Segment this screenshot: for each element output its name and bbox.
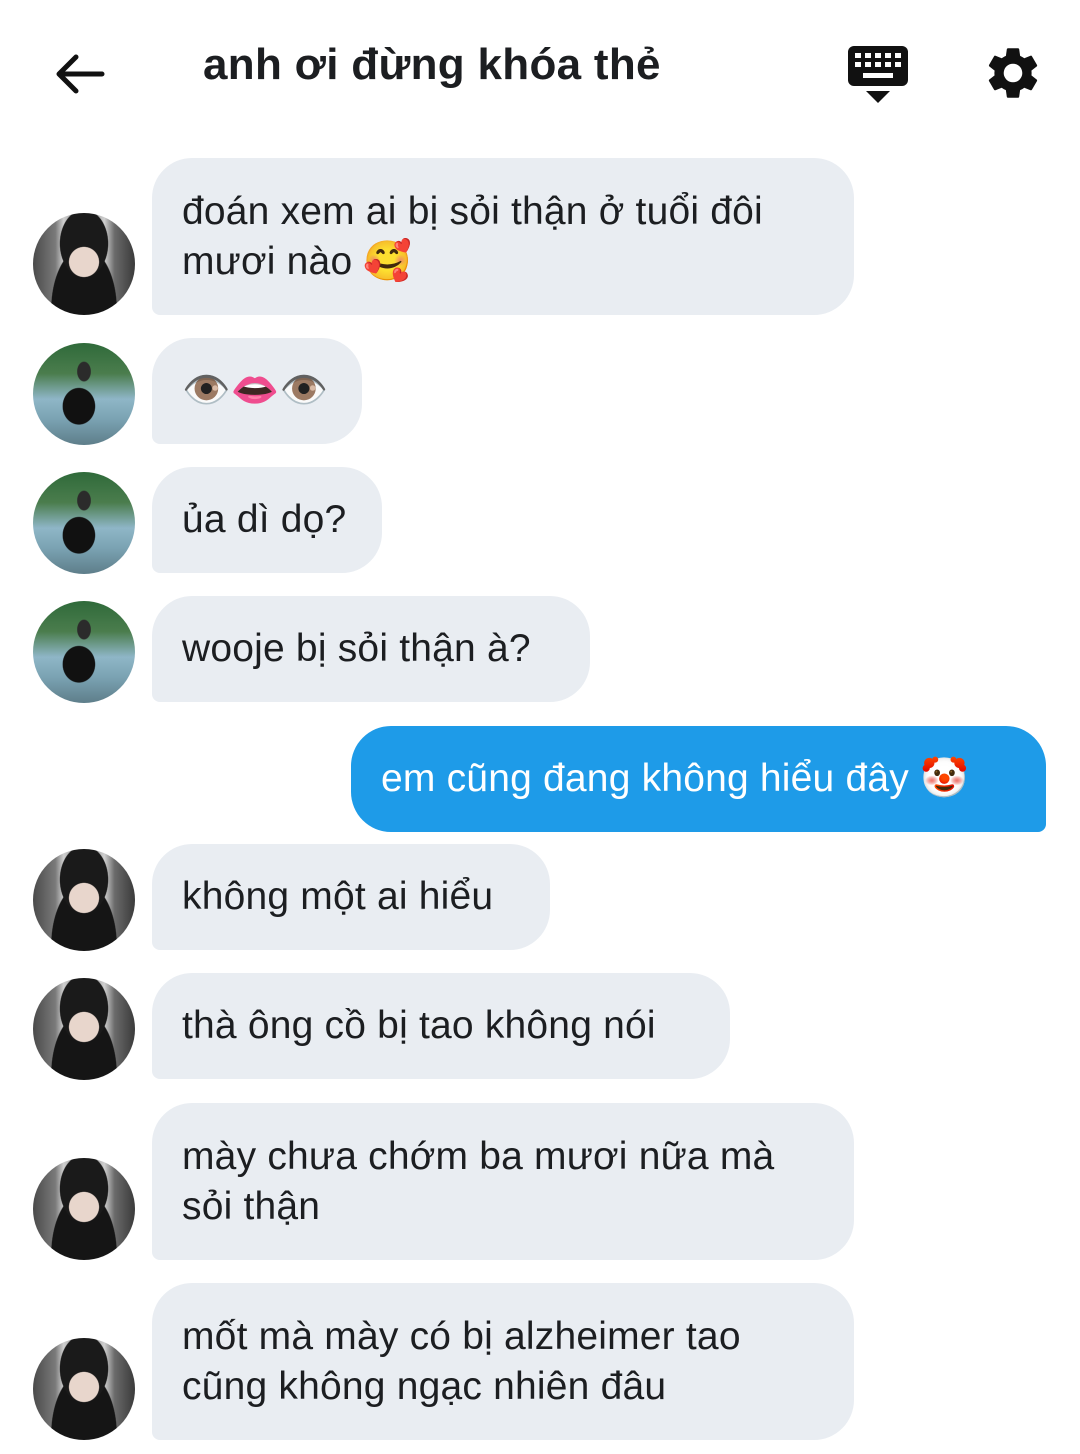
message-text-line: mày chưa chớm ba mươi nữa mà: [182, 1134, 775, 1178]
keyboard-icon: [848, 46, 908, 103]
message-text-line: wooje bị sỏi thận à?: [182, 627, 531, 670]
arrow-left-icon: [56, 54, 105, 94]
settings-button[interactable]: [982, 42, 1044, 104]
message-text-line: đoán xem ai bị sỏi thận ở tuổi đôi: [182, 189, 763, 233]
avatar[interactable]: [33, 1338, 135, 1440]
gear-icon: [988, 48, 1038, 98]
message-text-line: mốt mà mày có bị alzheimer tao: [182, 1314, 741, 1358]
avatar[interactable]: [33, 978, 135, 1080]
message-text-line: sỏi thận: [182, 1184, 321, 1228]
avatar[interactable]: [33, 343, 135, 445]
message-text-line: cũng không ngạc nhiên đâu: [182, 1364, 667, 1408]
message-bubble[interactable]: 👁️👄👁️: [152, 338, 362, 444]
message-bubble[interactable]: wooje bị sỏi thận à?: [152, 596, 590, 702]
chat-header: anh ơi đừng khóa thẻ: [0, 0, 1080, 140]
message-bubble[interactable]: không một ai hiểu: [152, 844, 550, 950]
message-text-line: không một ai hiểu: [182, 875, 494, 918]
message-bubble[interactable]: mốt mà mày có bị alzheimer tao cũng khôn…: [152, 1283, 854, 1440]
message-text-line: em cũng đang không hiểu đây 🤡: [381, 757, 969, 800]
avatar[interactable]: [33, 213, 135, 315]
message-bubble[interactable]: mày chưa chớm ba mươi nữa mà sỏi thận: [152, 1103, 854, 1260]
avatar[interactable]: [33, 849, 135, 951]
message-bubble-outgoing[interactable]: em cũng đang không hiểu đây 🤡: [351, 726, 1046, 832]
message-bubble[interactable]: thà ông cồ bị tao không nói: [152, 973, 730, 1079]
message-bubble[interactable]: ủa dì dọ?: [152, 467, 382, 573]
message-text-line: thà ông cồ bị tao không nói: [182, 1004, 656, 1047]
avatar[interactable]: [33, 601, 135, 703]
avatar[interactable]: [33, 1158, 135, 1260]
message-text-line: ủa dì dọ?: [182, 498, 347, 541]
message-bubble[interactable]: đoán xem ai bị sỏi thận ở tuổi đôi mươi …: [152, 158, 854, 315]
avatar[interactable]: [33, 472, 135, 574]
conversation-title: anh ơi đừng khóa thẻ: [203, 40, 661, 89]
back-button[interactable]: [50, 44, 110, 104]
message-text-line: 👁️👄👁️: [182, 369, 329, 412]
message-text-line: mươi nào 🥰: [182, 239, 413, 283]
keyboard-button[interactable]: [846, 44, 910, 106]
